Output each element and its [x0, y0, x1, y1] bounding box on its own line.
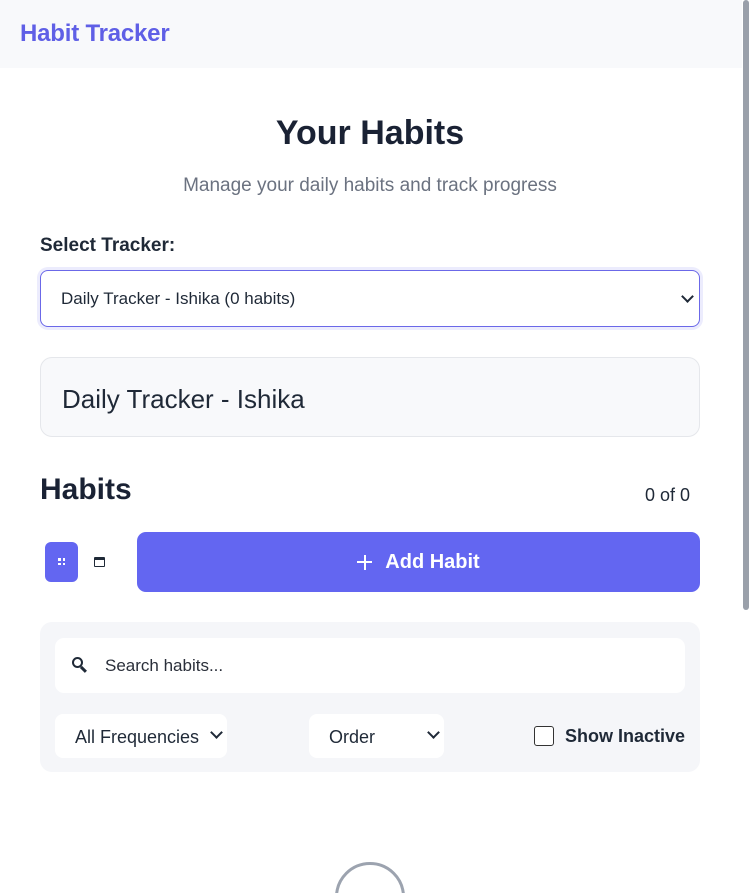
- tracker-card-title: Daily Tracker - Ishika: [62, 384, 305, 414]
- scrollbar[interactable]: [742, 0, 750, 893]
- show-inactive-checkbox[interactable]: [534, 726, 554, 746]
- habits-heading: Habits: [40, 473, 132, 506]
- frequency-select-value: All Frequencies: [75, 727, 200, 747]
- page-title: Your Habits: [275, 114, 465, 152]
- order-select[interactable]: Order: [309, 714, 444, 758]
- chevron-down-icon: [210, 726, 223, 739]
- add-habit-button[interactable]: Add Habit: [137, 532, 700, 592]
- tracker-card: Daily Tracker - Ishika: [40, 357, 700, 437]
- app-brand[interactable]: Habit Tracker: [20, 20, 170, 48]
- frequency-select[interactable]: All Frequencies: [55, 714, 227, 758]
- tracker-select-label: Select Tracker:: [40, 235, 176, 256]
- filter-panel: All Frequencies Order Show Inactive: [40, 622, 700, 772]
- tracker-select-value: Daily Tracker - Ishika (0 habits): [61, 289, 296, 308]
- chevron-down-icon: [681, 290, 694, 303]
- tracker-select[interactable]: Daily Tracker - Ishika (0 habits): [40, 270, 700, 327]
- calendar-icon: [94, 557, 105, 567]
- grid-view-button[interactable]: [45, 542, 78, 582]
- plus-icon: [357, 554, 373, 570]
- search-icon: [72, 657, 88, 673]
- habits-count: 0 of 0: [644, 485, 690, 505]
- order-select-value: Order: [329, 727, 376, 747]
- app-header: Habit Tracker: [0, 0, 742, 68]
- grid-view-icon: [58, 558, 65, 565]
- loading-spinner: [335, 862, 405, 893]
- chevron-down-icon: [427, 726, 440, 739]
- show-inactive-label: Show Inactive: [565, 726, 686, 746]
- search-box[interactable]: [55, 638, 685, 693]
- search-input[interactable]: [105, 638, 675, 693]
- add-habit-label: Add Habit: [385, 550, 480, 573]
- scrollbar-thumb[interactable]: [743, 0, 749, 610]
- page-subtitle: Manage your daily habits and track progr…: [183, 175, 557, 196]
- calendar-view-button[interactable]: [88, 546, 112, 578]
